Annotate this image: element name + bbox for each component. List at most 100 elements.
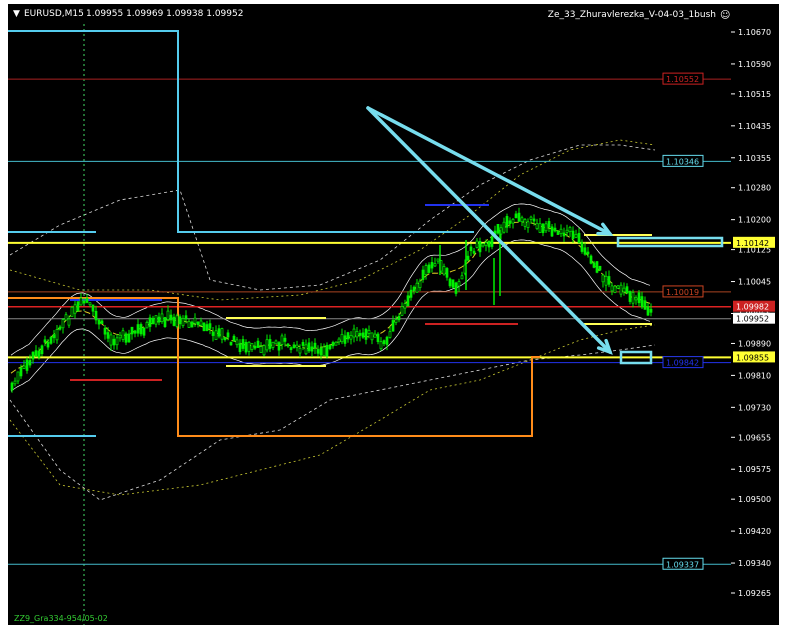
candle-body [43,339,47,343]
candle-body [28,360,32,366]
candle-body [166,310,170,320]
candle-body [502,221,506,233]
candle-body [520,217,524,223]
candle-body [316,349,320,354]
candle-body [181,318,185,326]
ohlc-readout: 1.09955 1.09969 1.09938 1.09952 [86,9,243,19]
candle-body [271,341,275,348]
candle-body [88,302,92,306]
candle-body [472,250,476,254]
candle-body [286,343,290,347]
candle-body [637,292,641,304]
candle-body [586,251,590,255]
candle-body [13,380,17,385]
candle-body [478,241,482,253]
candle-body [406,295,410,307]
candle-body [238,343,242,352]
candle-body [352,328,356,338]
candle-body [220,328,224,340]
axis-tick-label: 1.10045 [738,278,771,287]
candle-body [415,282,419,293]
candle-body [49,336,53,344]
axis-tick-label: 1.09420 [738,527,771,536]
candle-body [589,255,593,264]
candle-body [442,266,446,275]
candle-body [544,223,548,232]
candle-body [448,278,452,287]
candle-body [403,303,407,309]
candle-body [133,330,137,334]
candle-body [154,315,158,325]
candle-body [283,337,287,342]
candle-body [631,292,635,304]
candle-body [100,320,104,324]
candle-body [394,319,398,323]
candle-body [124,333,128,343]
collapse-triangle-icon[interactable]: ▼ [13,9,20,19]
candle-body [469,246,473,252]
candle-body [634,297,638,301]
candle-body [94,310,98,321]
candle-body [139,324,143,335]
candle-body [523,219,527,227]
candle-body [349,335,353,340]
candle-body [253,345,257,349]
candle-body [277,342,281,351]
candle-body [235,339,239,346]
price-chart[interactable]: 1.10670 1.10590 1.10515 1.10435 1.10355 1.102… [0,0,785,625]
candle-body [367,329,371,334]
candle-body [412,286,416,291]
candle-body [46,341,50,348]
candle-body [511,219,515,224]
candle-body [487,240,491,248]
candle-body [571,230,575,240]
axis-tick-label: 1.09575 [738,465,771,474]
level-badge-label: 1.09337 [666,560,699,569]
level-badge-label: 1.10552 [666,75,699,84]
candle-body [73,304,77,314]
smiley-icon: ☺ [720,10,730,21]
axis-tick-label: 1.09890 [738,339,771,348]
candle-body [289,347,293,351]
candle-body [79,297,83,306]
candle-body [613,285,617,293]
level-badge-label: 1.09952 [736,315,769,324]
candle-body [649,308,653,313]
candle-body [106,332,110,339]
axis-tick-label: 1.09810 [738,371,771,380]
candle-body [322,346,326,357]
candle-body [619,284,623,295]
candle-body [418,280,422,288]
candle-body [538,223,542,233]
candle-body [67,318,71,326]
candle-body [301,342,305,346]
candle-body [370,332,374,341]
candle-body [232,335,236,342]
candle-body [82,300,86,304]
candle-body [607,276,611,285]
candle-body [391,320,395,332]
candle-body [19,367,23,377]
candle-body [325,344,329,357]
candle-body [211,331,215,336]
candle-body [202,322,206,332]
candle-body [247,341,251,352]
candle-body [556,230,560,235]
candle-body [355,331,359,338]
candle-body [175,315,179,327]
candle-body [85,298,89,303]
candle-body [151,317,155,325]
axis-tick-label: 1.10200 [738,216,771,225]
candle-body [193,317,197,324]
candle-body [427,264,431,273]
candle-body [97,319,101,325]
candle-body [250,343,254,350]
candle-body [484,242,488,246]
candle-body [58,326,62,330]
level-badge-label: 1.10019 [666,288,699,297]
candle-body [505,216,509,228]
candle-body [400,306,404,316]
candle-body [565,229,569,233]
candle-body [340,333,344,343]
candle-body [25,359,29,371]
